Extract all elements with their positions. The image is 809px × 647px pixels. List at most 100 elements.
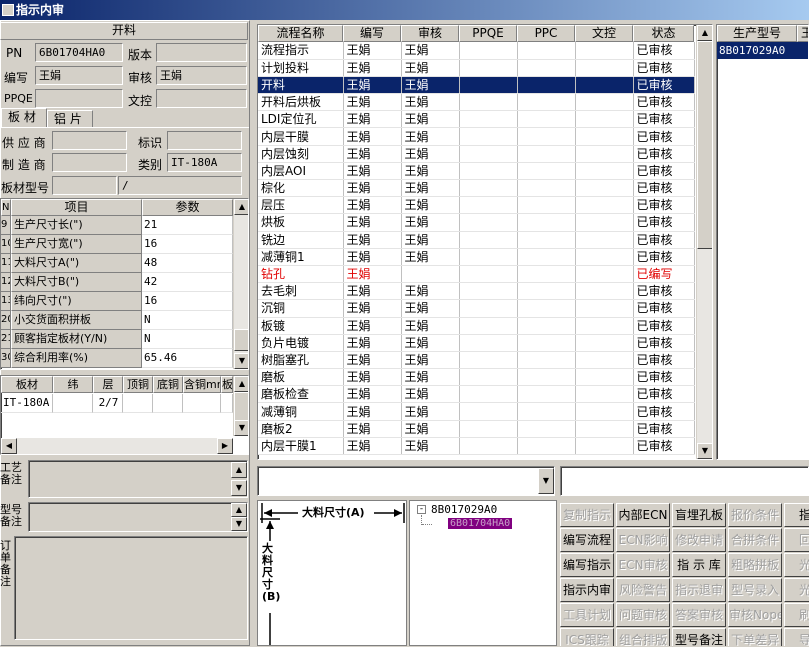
flow-cell[interactable]: 王娟 [343,248,402,266]
right-combo[interactable] [560,466,809,496]
flow-cell[interactable] [575,231,634,249]
flow-cell[interactable] [517,265,576,284]
flow-cell[interactable]: 王娟 [343,420,402,438]
flow-cell[interactable] [517,213,576,232]
flow-cell[interactable]: 王娟 [343,59,402,77]
flow-cell[interactable] [459,351,518,370]
tree-collapse-icon[interactable]: - [417,505,426,514]
flow-cell[interactable] [517,93,576,112]
rough-panel-button[interactable]: 粗略拼板 [728,553,782,577]
version-field[interactable] [156,43,247,62]
flow-cell[interactable]: 王娟 [343,179,402,198]
flow-row[interactable]: 去毛刺 王娟 王娟 已审核 [258,282,695,301]
flow-cell[interactable] [459,145,518,163]
flow-cell[interactable] [575,59,634,77]
scroll-thumb[interactable] [234,329,248,351]
flow-cell[interactable] [575,93,634,112]
flow-header-cell[interactable]: 流程名称 [258,25,343,42]
flow-cell[interactable] [517,282,576,301]
param-value[interactable]: N [142,330,233,349]
flow-row[interactable]: 内层蚀刻 王娟 王娟 已审核 [258,145,695,163]
flow-cell[interactable] [459,420,518,438]
flow-cell[interactable]: 内层干膜 [258,127,344,146]
flow-scrollbar[interactable]: ▲ ▼ [696,25,712,459]
flow-header-cell[interactable]: 状态 [633,25,694,42]
flow-cell[interactable]: 王娟 [401,231,460,249]
flow-cell[interactable]: 王娟 [343,127,402,146]
param-value[interactable]: 48 [142,254,233,273]
flow-cell[interactable]: 王娟 [343,402,402,421]
flow-cell[interactable] [575,368,634,387]
flow-cell[interactable]: 已审核 [633,213,695,232]
flow-cell[interactable] [459,213,518,232]
flow-cell[interactable]: LDI定位孔 [258,110,344,129]
flow-cell[interactable]: 已审核 [633,127,695,146]
instruction-button[interactable]: 指示 [784,503,809,527]
flow-cell[interactable]: 王娟 [401,145,460,163]
ecn-impact-button[interactable]: ECN影响 [616,528,670,552]
flow-cell[interactable] [459,402,518,421]
flow-row[interactable]: 流程指示 王娟 王娟 已审核 [258,42,695,60]
flow-cell[interactable] [575,248,634,266]
flow-cell[interactable]: 减薄铜 [258,402,344,421]
scroll-thumb[interactable] [234,392,248,422]
flow-cell[interactable]: 王娟 [401,196,460,215]
flow-grid[interactable]: 流程名称 编写 审核 PPQE PPC 文控 状态 流程指示 王娟 王娟 已审核 计划投料 王娟 王娟已… [257,24,713,460]
flow-cell[interactable] [575,402,634,421]
flow-header-cell[interactable]: 文控 [575,25,633,42]
flow-cell[interactable]: 流程指示 [258,42,344,60]
reviewer-field[interactable]: 王娟 [156,66,247,85]
flow-cell[interactable]: 王娟 [343,93,402,112]
flow-cell[interactable] [517,317,576,335]
photoplot-button[interactable]: 光绘 [784,553,809,577]
flow-cell[interactable]: 王娟 [343,213,402,232]
flow-cell[interactable]: 已审核 [633,282,695,301]
flow-table[interactable]: 流程指示 王娟 王娟 已审核 计划投料 王娟 王娟 已审核 开料 王娟 王娟 已审核 开料后烘板 王娟 王娟… [258,42,695,456]
model-entry-button[interactable]: 型号录入 [728,578,782,602]
scroll-down-icon[interactable]: ▼ [234,420,248,436]
flow-cell[interactable]: 王娟 [401,402,460,421]
risk-warning-button[interactable]: 风险警告 [616,578,670,602]
material-hscroll[interactable]: ◀ ▶ [1,438,233,454]
flow-cell[interactable]: 钻孔 [258,265,344,284]
instruction-review-button[interactable]: 指示内审 [560,578,614,602]
flow-cell[interactable]: 王娟 [343,385,402,404]
flow-cell[interactable] [517,231,576,249]
tree-root-node[interactable]: 8B017029A0 [431,503,497,516]
scroll-up-icon[interactable]: ▲ [231,503,247,517]
craft-note-field[interactable]: ▲ ▼ [28,460,248,498]
tool-plan-button[interactable]: 工具计划 [560,603,614,627]
flow-cell[interactable] [459,93,518,112]
flow-cell[interactable]: 已审核 [633,368,695,387]
flow-cell[interactable]: 王娟 [343,265,402,284]
model-list-item[interactable]: 8B017029A0 [717,42,808,59]
flow-row[interactable]: 内层干膜 王娟 王娟 已审核 [258,127,695,146]
flow-row[interactable]: 层压 王娟 王娟 已审核 [258,196,695,215]
material-cell[interactable] [221,394,233,413]
category-field[interactable]: IT-180A [167,153,242,172]
material-cell[interactable] [153,394,183,413]
flow-cell[interactable] [459,299,518,318]
flow-cell[interactable] [517,299,576,318]
flow-header-cell[interactable]: 编写 [343,25,401,42]
flow-cell[interactable]: 王娟 [401,42,460,60]
param-value[interactable]: 16 [142,235,233,254]
flow-cell[interactable] [575,127,634,146]
flow-cell[interactable]: 王娟 [401,179,460,198]
flow-cell[interactable]: 树脂塞孔 [258,351,344,370]
flow-cell[interactable] [575,385,634,404]
combined-layout-button[interactable]: 组合排版 [616,628,670,646]
flow-cell[interactable] [575,145,634,163]
flow-cell[interactable]: 王娟 [343,368,402,387]
flow-cell[interactable]: 王娟 [343,42,402,60]
tab-board[interactable]: 板 材 [1,108,47,128]
flow-cell[interactable]: 已审核 [633,317,695,335]
tab-aluminum[interactable]: 铝 片 [47,110,93,128]
scroll-down-icon[interactable]: ▼ [697,443,712,459]
flow-cell[interactable]: 已审核 [633,385,695,404]
flow-cell[interactable] [517,368,576,387]
import-button[interactable]: 导入 [784,628,809,646]
flow-cell[interactable] [517,145,576,163]
flow-cell[interactable]: 已审核 [633,334,695,352]
scroll-left-icon[interactable]: ◀ [1,438,17,454]
